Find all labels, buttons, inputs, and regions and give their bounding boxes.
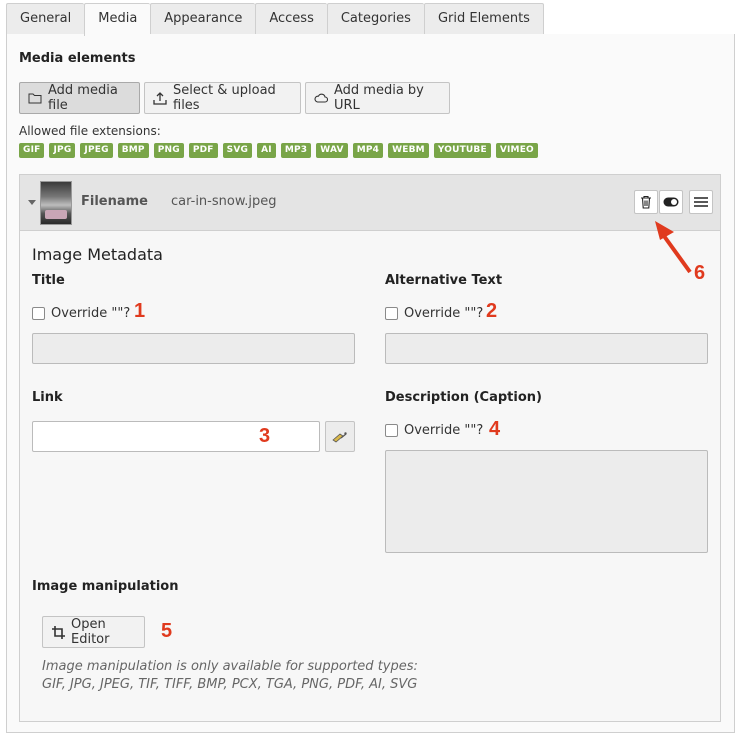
title-input[interactable] [32,333,355,364]
allowed-extensions-label: Allowed file extensions: [19,124,161,138]
tab-media[interactable]: Media [84,3,151,36]
alt-override[interactable]: Override ""? [385,306,483,321]
description-override-checkbox[interactable] [385,424,398,437]
link-label: Link [32,390,63,405]
annotation-5: 5 [161,620,173,642]
toggle-icon [663,197,679,207]
tab-categories[interactable]: Categories [326,3,424,35]
ext-badge: MP4 [352,143,384,158]
description-textarea[interactable] [385,450,708,553]
annotation-4: 4 [489,418,501,440]
title-override-checkbox[interactable] [32,307,45,320]
file-reference-header[interactable]: Filename car-in-snow.jpeg [20,175,720,231]
extension-badges: GIF JPG JPEG BMP PNG PDF SVG AI MP3 WAV … [19,143,538,158]
tab-access[interactable]: Access [255,3,327,35]
select-upload-files-button[interactable]: Select & upload files [144,82,301,114]
ext-badge: YOUTUBE [433,143,491,158]
open-editor-label: Open Editor [71,617,110,647]
add-media-file-button[interactable]: Add media file [19,82,140,114]
alternative-text-label: Alternative Text [385,273,503,288]
crop-icon [52,625,65,639]
toggle-visibility-button[interactable] [659,190,683,214]
annotation-1: 1 [134,300,146,322]
upload-icon [153,92,167,105]
description-label: Description (Caption) [385,390,542,405]
cloud-icon [314,93,328,103]
annotation-3: 3 [259,425,271,447]
collapse-caret-icon[interactable] [28,200,36,206]
alt-override-label: Override ""? [404,306,484,321]
title-override-label: Override ""? [51,306,131,321]
manipulation-note-2: GIF, JPG, JPEG, TIF, TIFF, BMP, PCX, TGA… [42,677,418,692]
link-input[interactable] [32,421,320,452]
ext-badge: MP3 [280,143,312,158]
delete-button[interactable] [634,190,658,214]
tab-bar: General Media Appearance Access Categori… [6,3,735,36]
annotation-6: 6 [694,262,706,284]
tab-grid-elements[interactable]: Grid Elements [423,3,544,35]
description-override-label: Override ""? [404,423,484,438]
annotation-2: 2 [486,300,498,322]
image-metadata-heading: Image Metadata [32,245,163,264]
ext-badge: BMP [117,143,149,158]
select-upload-files-label: Select & upload files [173,83,276,113]
alt-override-checkbox[interactable] [385,307,398,320]
ext-badge: SVG [222,143,253,158]
ext-badge: WEBM [388,143,429,158]
annotation-arrow-icon [655,221,692,274]
filename-value: car-in-snow.jpeg [171,194,277,209]
add-media-by-url-label: Add media by URL [334,83,424,113]
image-thumbnail [40,181,72,225]
open-editor-button[interactable]: Open Editor [42,616,145,648]
drag-handle-button[interactable] [689,190,713,214]
ext-badge: JPG [49,143,76,158]
ext-badge: WAV [316,143,348,158]
add-media-file-label: Add media file [48,83,118,113]
alternative-text-input[interactable] [385,333,708,364]
ext-badge: PDF [188,143,218,158]
add-media-by-url-button[interactable]: Add media by URL [305,82,450,114]
description-override[interactable]: Override ""? [385,423,483,438]
ext-badge: JPEG [80,143,113,158]
link-wizard-icon [332,431,347,443]
ext-badge: GIF [19,143,45,158]
ext-badge: PNG [153,143,184,158]
tab-appearance[interactable]: Appearance [150,3,256,35]
tab-general[interactable]: General [6,3,85,35]
folder-icon [28,93,42,104]
title-override[interactable]: Override ""? [32,306,130,321]
menu-bars-icon [694,197,708,207]
link-browser-button[interactable] [325,421,355,452]
filename-label: Filename [81,194,148,209]
ext-badge: VIMEO [495,143,538,158]
image-manipulation-heading: Image manipulation [32,579,179,594]
media-elements-heading: Media elements [19,51,136,66]
title-label: Title [32,273,65,288]
ext-badge: AI [257,143,276,158]
manipulation-note-1: Image manipulation is only available for… [42,659,418,674]
trash-icon [641,195,651,209]
